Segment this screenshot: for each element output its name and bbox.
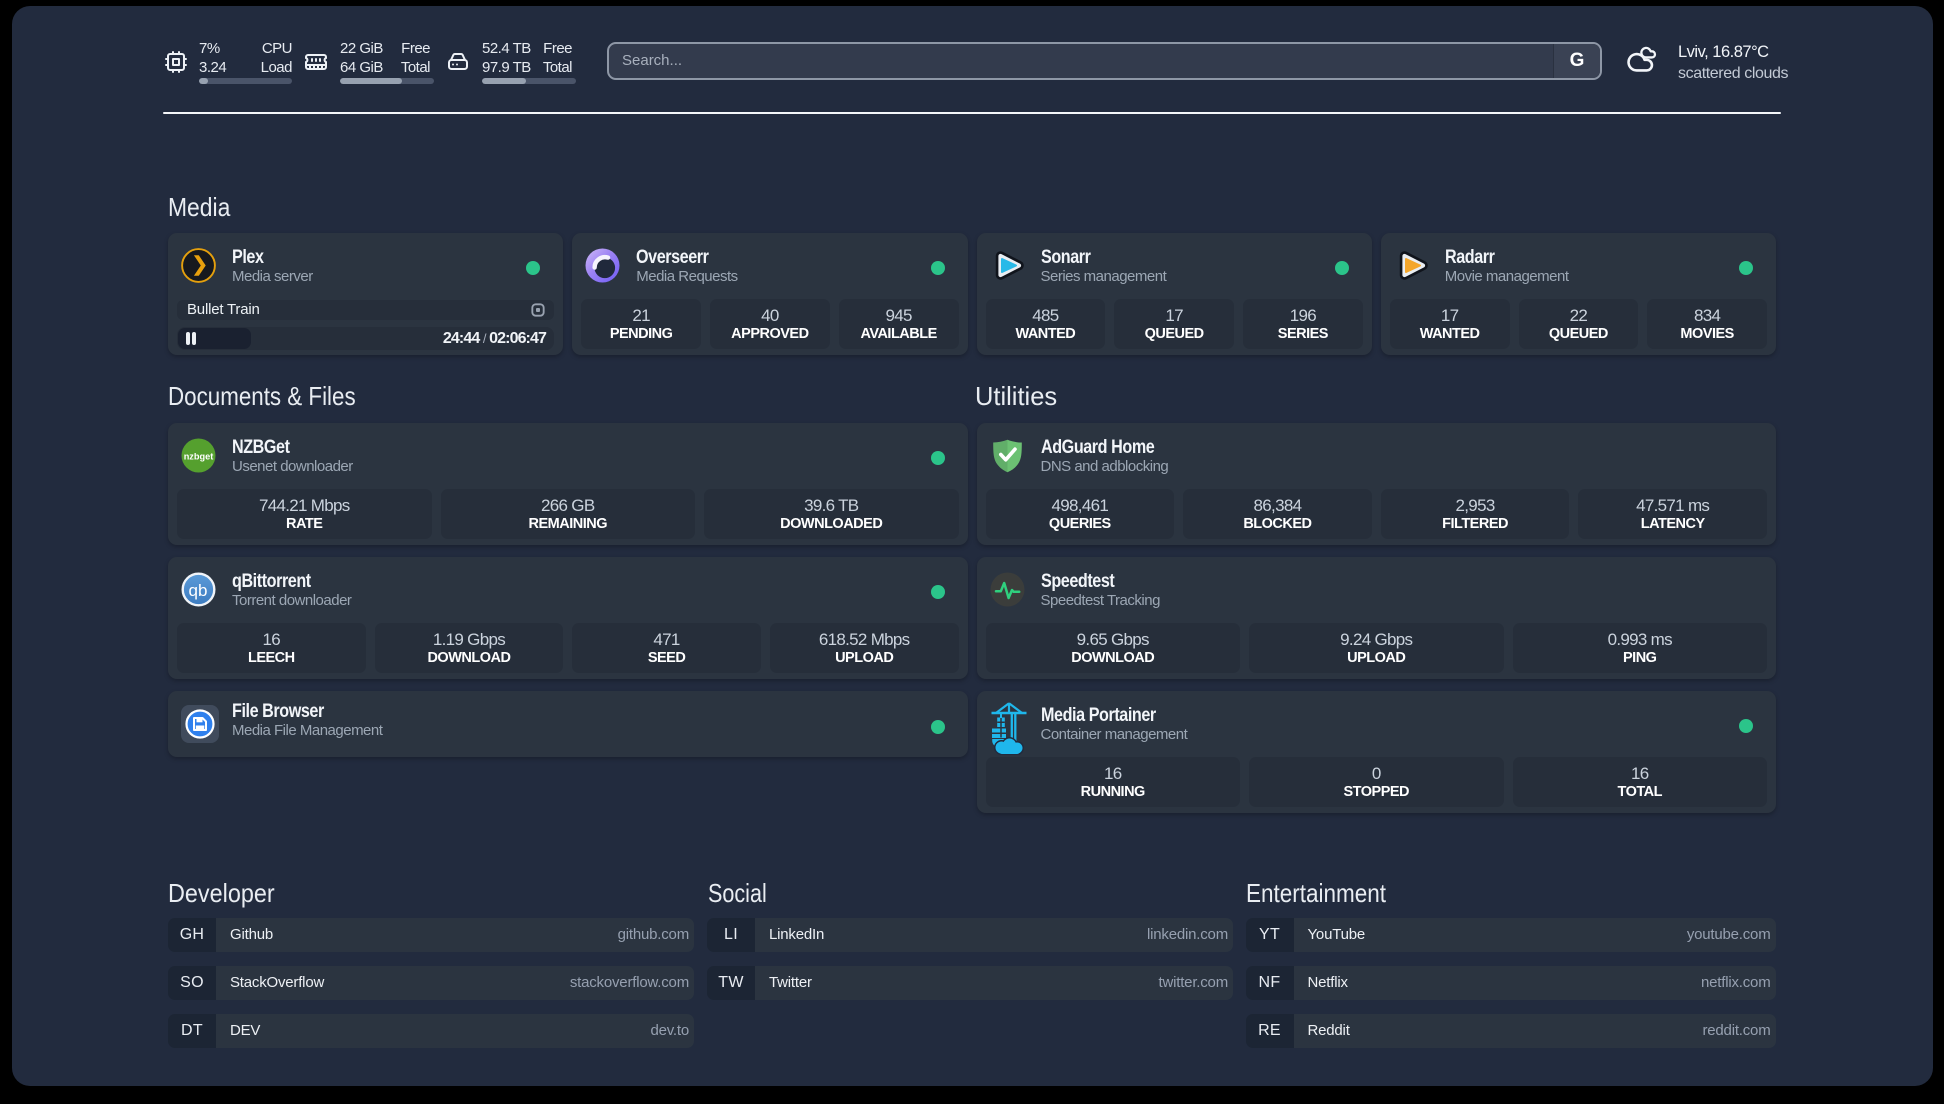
svg-text:qb: qb — [189, 581, 208, 600]
svg-text:nzbget: nzbget — [184, 452, 214, 462]
